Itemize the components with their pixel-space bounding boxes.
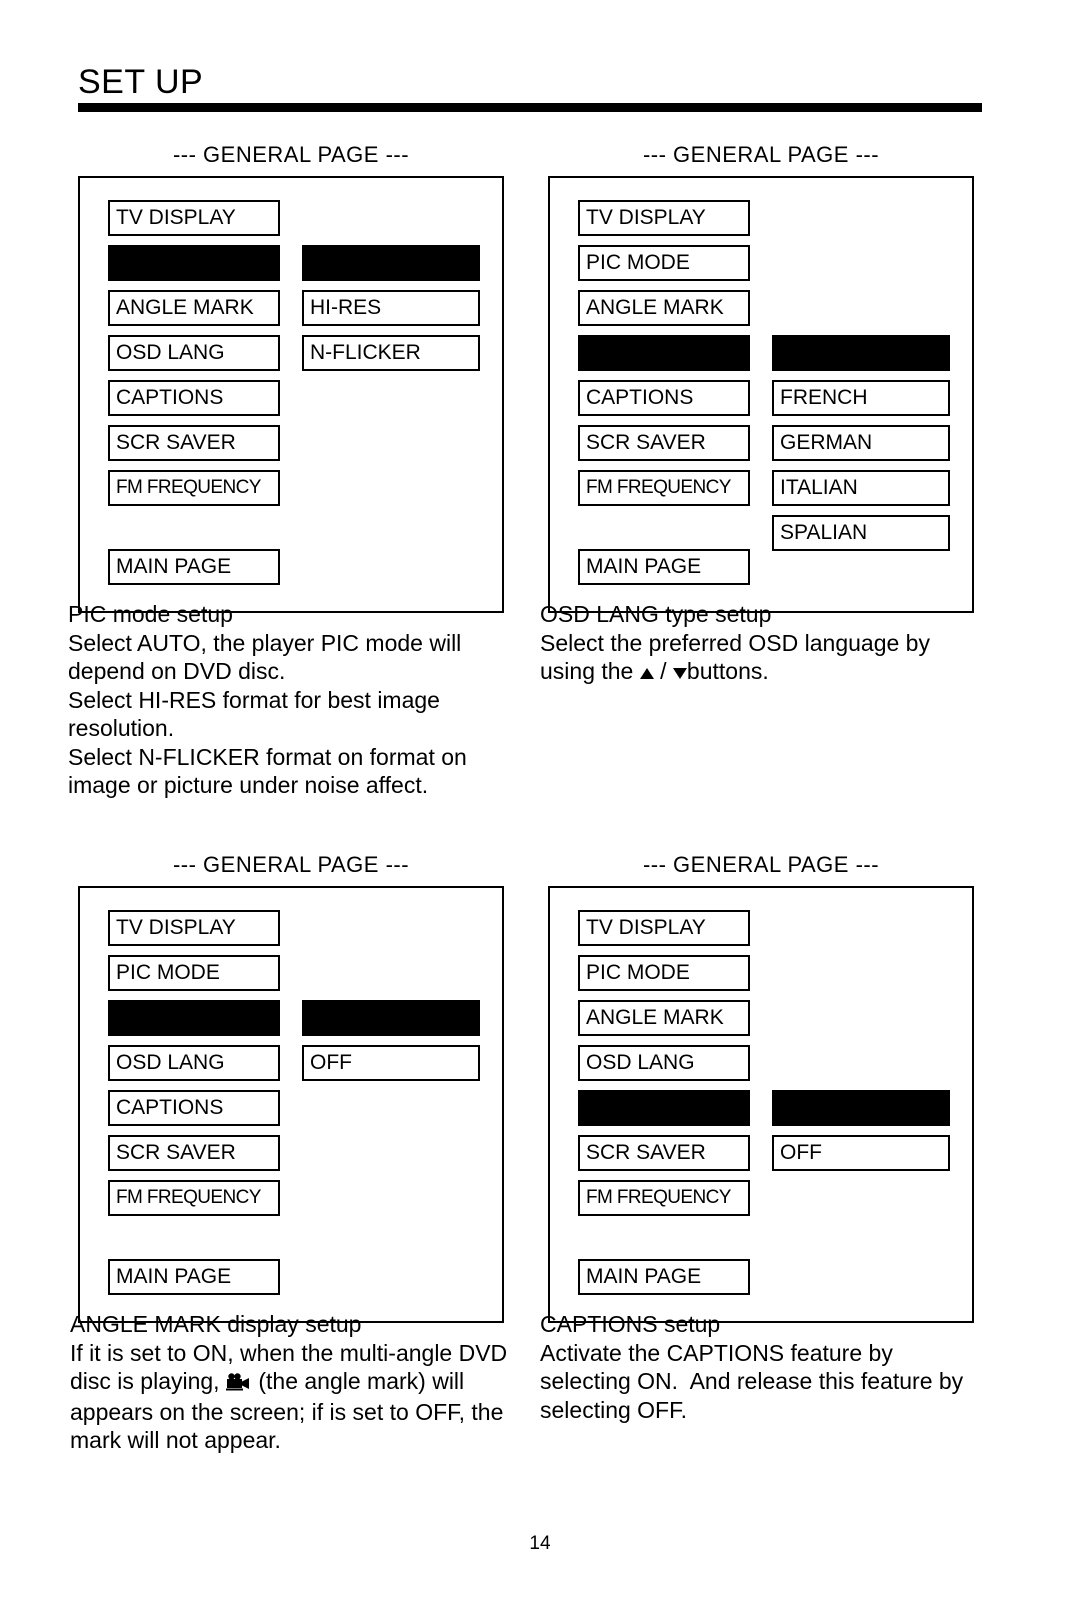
caption-body-sep: /: [653, 658, 673, 684]
menu-item-angle-mark[interactable]: ANGLE MARK: [108, 1000, 280, 1036]
caption-pic-mode: PIC mode setup Select AUTO, the player P…: [68, 600, 514, 800]
option-german[interactable]: GERMAN: [772, 425, 950, 461]
menu-item-main-page[interactable]: MAIN PAGE: [578, 1259, 750, 1295]
menu-item-captions[interactable]: CAPTIONS: [578, 1090, 750, 1126]
option-n-flicker[interactable]: N-FLICKER: [302, 335, 480, 371]
panel-osd-lang: --- GENERAL PAGE --- TV DISPLAY PIC MODE…: [540, 142, 974, 684]
menu-item-pic-mode[interactable]: PIC MODE: [108, 955, 280, 991]
triangle-up-icon: [639, 668, 654, 679]
panel-heading: --- GENERAL PAGE ---: [172, 852, 410, 877]
caption-title: OSD LANG type setup: [540, 601, 772, 627]
option-english[interactable]: ENGLISH: [772, 335, 950, 371]
menu-item-main-page[interactable]: MAIN PAGE: [108, 1259, 280, 1295]
page-title: SET UP: [78, 63, 204, 101]
menu-item-tv-display[interactable]: TV DISPLAY: [108, 200, 280, 236]
menu-item-pic-mode[interactable]: PIC MODE: [108, 245, 280, 281]
menu-item-angle-mark[interactable]: ANGLE MARK: [108, 290, 280, 326]
option-off[interactable]: OFF: [302, 1045, 480, 1081]
menu-item-osd-lang[interactable]: OSD LANG: [108, 1045, 280, 1081]
panel-heading: --- GENERAL PAGE ---: [642, 142, 880, 167]
option-column-right: AUTO HI-RES N-FLICKER: [302, 245, 480, 380]
menu-column-left: TV DISPLAY PIC MODE ANGLE MARK OSD LANG …: [578, 200, 750, 594]
osd-screen: TV DISPLAY PIC MODE ANGLE MARK OSD LANG …: [78, 176, 504, 613]
option-column-right: ON OFF: [302, 1000, 480, 1090]
menu-item-captions[interactable]: CAPTIONS: [108, 1090, 280, 1126]
menu-item-scr-saver[interactable]: SCR SAVER: [578, 425, 750, 461]
caption-title: CAPTIONS setup: [540, 1311, 721, 1337]
option-hi-res[interactable]: HI-RES: [302, 290, 480, 326]
menu-item-tv-display[interactable]: TV DISPLAY: [578, 910, 750, 946]
menu-item-fm-frequency[interactable]: FM FREQUENCY: [578, 1180, 750, 1216]
triangle-down-icon: [672, 668, 687, 679]
menu-item-scr-saver[interactable]: SCR SAVER: [578, 1135, 750, 1171]
option-french[interactable]: FRENCH: [772, 380, 950, 416]
menu-item-osd-lang[interactable]: OSD LANG: [578, 335, 750, 371]
menu-item-scr-saver[interactable]: SCR SAVER: [108, 425, 280, 461]
option-on[interactable]: ON: [772, 1090, 950, 1126]
caption-angle-mark: ANGLE MARK display setup If it is set to…: [70, 1310, 510, 1455]
page-number: 14: [529, 1533, 551, 1554]
title-underline-rule: [78, 103, 982, 112]
option-italian[interactable]: ITALIAN: [772, 470, 950, 506]
osd-screen: TV DISPLAY PIC MODE ANGLE MARK OSD LANG …: [78, 886, 504, 1323]
panel-angle-mark: --- GENERAL PAGE --- TV DISPLAY PIC MODE…: [70, 852, 507, 1453]
option-off[interactable]: OFF: [772, 1135, 950, 1171]
caption-osd-lang: OSD LANG type setup Select the preferred…: [540, 600, 986, 686]
osd-screen: TV DISPLAY PIC MODE ANGLE MARK OSD LANG …: [548, 176, 974, 613]
video-camera-icon: [225, 1369, 252, 1398]
manual-page: SET UP --- GENERAL PAGE --- TV DISPLAY P…: [0, 0, 1080, 1618]
menu-item-tv-display[interactable]: TV DISPLAY: [108, 910, 280, 946]
panel-pic-mode: --- GENERAL PAGE --- TV DISPLAY PIC MODE…: [68, 142, 504, 798]
panel-heading: --- GENERAL PAGE ---: [172, 142, 410, 167]
menu-column-left: TV DISPLAY PIC MODE ANGLE MARK OSD LANG …: [578, 910, 750, 1304]
menu-item-osd-lang[interactable]: OSD LANG: [108, 335, 280, 371]
caption-title: PIC mode setup: [68, 601, 233, 627]
menu-column-left: TV DISPLAY PIC MODE ANGLE MARK OSD LANG …: [108, 200, 280, 594]
menu-item-pic-mode[interactable]: PIC MODE: [578, 245, 750, 281]
caption-body: Activate the CAPTIONS feature by selecti…: [540, 1339, 970, 1423]
caption-body: Select AUTO, the player PIC mode will de…: [68, 629, 467, 799]
menu-item-captions[interactable]: CAPTIONS: [578, 380, 750, 416]
caption-captions: CAPTIONS setup Activate the CAPTIONS fea…: [540, 1310, 980, 1424]
menu-item-main-page[interactable]: MAIN PAGE: [108, 549, 280, 585]
menu-item-angle-mark[interactable]: ANGLE MARK: [578, 290, 750, 326]
menu-item-pic-mode[interactable]: PIC MODE: [578, 955, 750, 991]
menu-item-captions[interactable]: CAPTIONS: [108, 380, 280, 416]
menu-item-angle-mark[interactable]: ANGLE MARK: [578, 1000, 750, 1036]
menu-item-scr-saver[interactable]: SCR SAVER: [108, 1135, 280, 1171]
menu-column-left: TV DISPLAY PIC MODE ANGLE MARK OSD LANG …: [108, 910, 280, 1304]
menu-item-tv-display[interactable]: TV DISPLAY: [578, 200, 750, 236]
osd-screen: TV DISPLAY PIC MODE ANGLE MARK OSD LANG …: [548, 886, 974, 1323]
option-auto[interactable]: AUTO: [302, 245, 480, 281]
option-on[interactable]: ON: [302, 1000, 480, 1036]
menu-item-fm-frequency[interactable]: FM FREQUENCY: [578, 470, 750, 506]
option-column-right: ENGLISH FRENCH GERMAN ITALIAN SPALIAN: [772, 335, 950, 560]
caption-body-part2: buttons.: [686, 658, 769, 684]
panel-captions: --- GENERAL PAGE --- TV DISPLAY PIC MODE…: [540, 852, 974, 1423]
menu-item-fm-frequency[interactable]: FM FREQUENCY: [108, 470, 280, 506]
menu-item-fm-frequency[interactable]: FM FREQUENCY: [108, 1180, 280, 1216]
menu-item-main-page[interactable]: MAIN PAGE: [578, 549, 750, 585]
menu-item-osd-lang[interactable]: OSD LANG: [578, 1045, 750, 1081]
panel-heading: --- GENERAL PAGE ---: [642, 852, 880, 877]
option-spalian[interactable]: SPALIAN: [772, 515, 950, 551]
caption-title: ANGLE MARK display setup: [70, 1311, 362, 1337]
option-column-right: ON OFF: [772, 1090, 950, 1180]
